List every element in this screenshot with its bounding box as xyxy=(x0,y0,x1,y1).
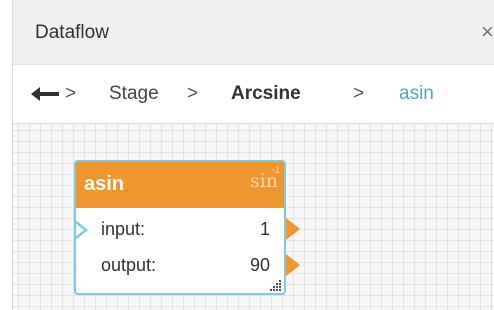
asin-node[interactable]: asin -1 sin input: 1 output: 90 xyxy=(74,160,300,295)
breadcrumb: > Stage > Arcsine > asin xyxy=(13,65,494,124)
input-port-arrow-icon[interactable] xyxy=(286,218,300,240)
breadcrumb-item-arcsine[interactable]: Arcsine xyxy=(231,83,301,105)
dataflow-canvas[interactable]: asin -1 sin input: 1 output: 90 xyxy=(13,124,494,310)
back-arrow-icon[interactable] xyxy=(31,84,61,104)
dataflow-panel: Dataflow × > Stage > Arcsine > asin asin… xyxy=(12,0,494,310)
breadcrumb-separator: > xyxy=(353,83,365,104)
breadcrumb-separator: > xyxy=(65,83,77,104)
panel-titlebar: Dataflow × xyxy=(13,0,494,65)
output-port-icon[interactable] xyxy=(286,254,300,276)
breadcrumb-item-asin[interactable]: asin xyxy=(399,83,434,105)
resize-handle-icon[interactable] xyxy=(270,279,282,291)
output-label: output: xyxy=(101,255,157,275)
input-row: input: 1 xyxy=(74,214,300,244)
node-header[interactable]: asin -1 sin xyxy=(76,162,284,208)
breadcrumb-item-stage[interactable]: Stage xyxy=(109,83,159,105)
output-value: 90 xyxy=(249,255,270,275)
input-label: input: xyxy=(101,219,146,239)
input-value[interactable]: 1 xyxy=(260,219,270,240)
breadcrumb-separator: > xyxy=(187,83,199,104)
panel-title: Dataflow xyxy=(35,22,109,43)
output-row: output: 90 xyxy=(76,250,300,280)
input-port-icon[interactable] xyxy=(74,220,90,240)
close-icon[interactable]: × xyxy=(481,19,494,45)
function-symbol: sin xyxy=(249,170,278,192)
node-title: asin xyxy=(84,173,125,195)
